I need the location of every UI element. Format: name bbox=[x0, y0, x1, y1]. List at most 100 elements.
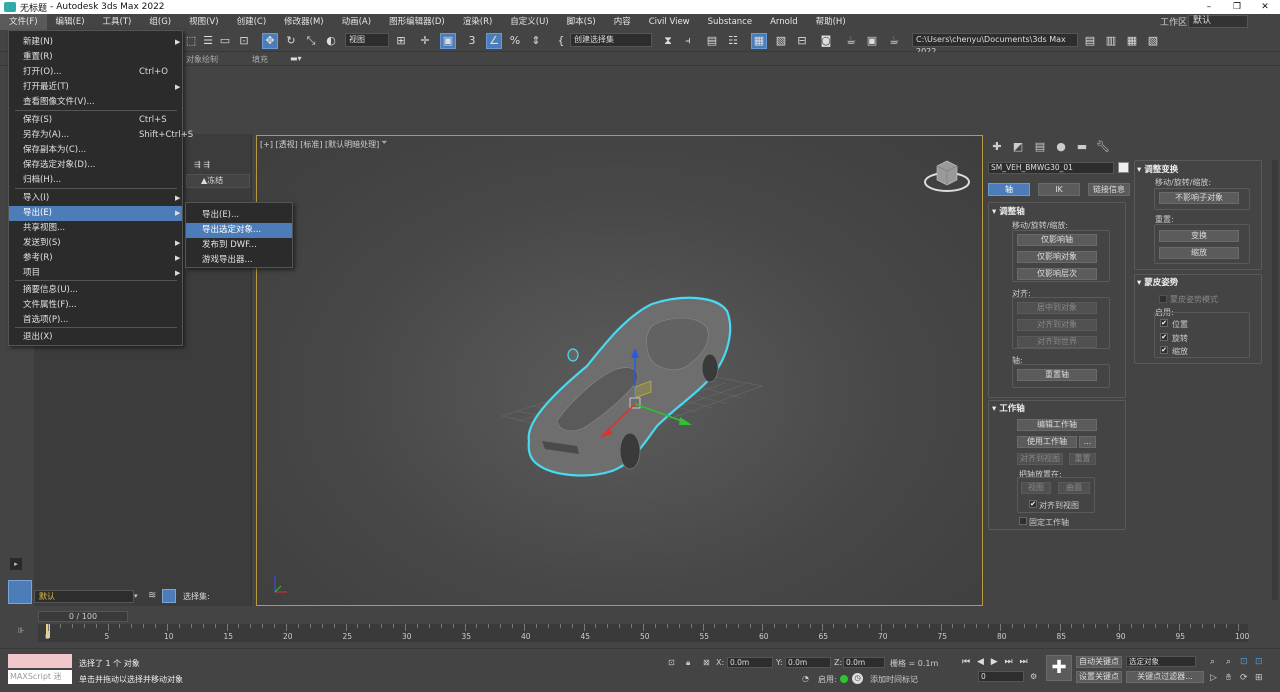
select-scale-icon[interactable]: ⤡ bbox=[303, 33, 319, 49]
select-by-name-icon[interactable]: ☰ bbox=[200, 33, 216, 49]
menu-modifiers[interactable]: 修改器(M) bbox=[275, 14, 332, 30]
key-filters-button[interactable]: 关键点过滤器... bbox=[1126, 671, 1204, 683]
enabled-indicator[interactable] bbox=[840, 675, 848, 683]
motion-tab-icon[interactable]: ● bbox=[1054, 140, 1068, 154]
track-bar-toggle-icon[interactable]: ⊪ bbox=[18, 626, 25, 635]
current-frame-field[interactable]: 0 bbox=[978, 671, 1024, 682]
maxscript-listener-top[interactable] bbox=[8, 654, 72, 668]
align-icon[interactable]: ⫞ bbox=[680, 33, 696, 49]
maximize-button[interactable]: ❐ bbox=[1223, 0, 1251, 14]
select-rotate-icon[interactable]: ↻ bbox=[283, 33, 299, 49]
menu-arnold[interactable]: Arnold bbox=[761, 14, 807, 30]
skin-pose-scale-checkbox[interactable]: ✔ bbox=[1160, 346, 1168, 354]
edit-working-pivot-button[interactable]: 编辑工作轴 bbox=[1017, 419, 1097, 431]
schematic-view-icon[interactable]: ⊟ bbox=[794, 33, 810, 49]
close-button[interactable]: ✕ bbox=[1251, 0, 1279, 14]
file-menu-item-new[interactable]: 新建(N) ▶ bbox=[9, 35, 182, 50]
create-tab-icon[interactable]: ✚ bbox=[990, 140, 1004, 154]
auto-key-button[interactable]: 自动关键点 bbox=[1076, 656, 1122, 668]
menu-create[interactable]: 创建(C) bbox=[228, 14, 276, 30]
selection-set-icon[interactable] bbox=[162, 589, 176, 603]
adjust-pivot-title[interactable]: ▾ 调整轴 bbox=[992, 205, 1025, 217]
time-tag-icon[interactable]: ◷ bbox=[852, 673, 863, 684]
file-menu-item-open-recent[interactable]: 打开最近(T) ▶ bbox=[9, 80, 182, 95]
key-mode-select[interactable]: 选定对象 bbox=[1126, 656, 1196, 667]
project-folder-icon[interactable]: ▥ bbox=[1103, 33, 1119, 49]
toggle-layer-explorer-icon[interactable]: ☷ bbox=[725, 33, 741, 49]
file-menu-item-export[interactable]: 导出(E) ▶ bbox=[9, 206, 182, 221]
file-menu-item-file-properties[interactable]: 文件属性(F)... bbox=[9, 298, 182, 313]
time-config-icon[interactable]: ⚙︎ bbox=[1030, 672, 1037, 681]
file-menu-item-project[interactable]: 项目 ▶ bbox=[9, 266, 182, 281]
mirror-icon[interactable]: ⧗ bbox=[660, 33, 676, 49]
menu-file[interactable]: 文件(F) bbox=[0, 14, 47, 30]
menu-graph-editors[interactable]: 图形编辑器(D) bbox=[380, 14, 454, 30]
object-name-field[interactable]: SM_VEH_BMWG30_01 bbox=[988, 162, 1114, 174]
hierarchy-tab-icon[interactable]: ▤ bbox=[1033, 140, 1047, 154]
lock-working-pivot-checkbox[interactable] bbox=[1019, 517, 1027, 525]
pivot-center-icon[interactable]: ⊞ bbox=[393, 33, 409, 49]
tab-link-info[interactable]: 链接信息 bbox=[1088, 183, 1130, 196]
adaptive-degradation-icon[interactable]: ◔ bbox=[802, 674, 809, 683]
viewport-layout-icon[interactable] bbox=[8, 580, 32, 604]
menu-help[interactable]: 帮助(H) bbox=[807, 14, 855, 30]
tab-pivot[interactable]: 轴 bbox=[988, 183, 1030, 196]
manipulate-icon[interactable]: ✛ bbox=[417, 33, 433, 49]
ribbon-options-icon[interactable]: ▬▾ bbox=[290, 54, 302, 63]
zoom-extents-all-icon[interactable]: ⊡ bbox=[1255, 657, 1263, 667]
rect-selection-icon[interactable]: ▭ bbox=[217, 33, 233, 49]
set-project-icon[interactable]: ▧ bbox=[1145, 33, 1161, 49]
new-project-icon[interactable]: ▦ bbox=[1124, 33, 1140, 49]
center-to-object-button[interactable]: 居中到对象 bbox=[1017, 302, 1097, 314]
maximize-viewport-icon[interactable]: ⊞ bbox=[1255, 673, 1263, 683]
minimize-button[interactable]: – bbox=[1195, 0, 1223, 14]
select-move-icon[interactable]: ✥ bbox=[262, 33, 278, 49]
submenu-export[interactable]: 导出(E)... bbox=[186, 208, 292, 223]
percent-snap-icon[interactable]: % bbox=[507, 33, 523, 49]
field-of-view-icon[interactable]: ▷ bbox=[1210, 673, 1217, 683]
lock-selection-icon[interactable]: 🔒︎ bbox=[686, 658, 690, 668]
menu-edit[interactable]: 编辑(E) bbox=[47, 14, 94, 30]
file-menu-item-send-to[interactable]: 发送到(S) ▶ bbox=[9, 236, 182, 251]
toggle-ribbon-icon[interactable]: ▦ bbox=[751, 33, 767, 49]
pan-icon[interactable]: ✋︎ bbox=[1226, 673, 1231, 683]
use-working-pivot-button[interactable]: 使用工作轴 bbox=[1017, 436, 1077, 448]
x-coordinate-field[interactable]: 0.0m bbox=[727, 657, 773, 668]
menu-rendering[interactable]: 渲染(R) bbox=[454, 14, 502, 30]
working-pivot-more-button[interactable]: ... bbox=[1079, 436, 1096, 448]
y-coordinate-field[interactable]: 0.0m bbox=[785, 657, 831, 668]
set-key-button[interactable]: 设置关键点 bbox=[1076, 671, 1122, 683]
zoom-all-icon[interactable]: ⌕ bbox=[1226, 657, 1231, 667]
edit-named-selection-icon[interactable]: { bbox=[553, 33, 569, 49]
affect-pivot-only-button[interactable]: 仅影响轴 bbox=[1017, 234, 1097, 246]
menu-animation[interactable]: 动画(A) bbox=[333, 14, 380, 30]
toggle-scene-explorer-icon[interactable]: ▤ bbox=[704, 33, 720, 49]
layer-select[interactable]: 默认 bbox=[34, 590, 134, 603]
utilities-tab-icon[interactable]: 🔧︎ bbox=[1096, 140, 1110, 154]
curve-editor-icon[interactable]: ▧ bbox=[773, 33, 789, 49]
render-setup-icon[interactable]: ☕ bbox=[843, 33, 859, 49]
maxscript-listener-input[interactable]: MAXScript 迷 bbox=[8, 670, 72, 684]
working-pivot-reset-button[interactable]: 重置 bbox=[1069, 453, 1096, 465]
skin-pose-mode-checkbox[interactable] bbox=[1159, 295, 1167, 303]
workspace-select[interactable]: 默认 bbox=[1188, 15, 1248, 28]
menu-content[interactable]: 内容 bbox=[605, 14, 640, 30]
align-to-view-button[interactable]: 对齐到视图 bbox=[1017, 453, 1063, 465]
file-menu-item-reference[interactable]: 参考(R) ▶ bbox=[9, 251, 182, 266]
layer-dropdown-icon[interactable]: ▾ bbox=[134, 590, 144, 603]
keyboard-shortcut-override-icon[interactable]: ▣ bbox=[440, 33, 456, 49]
menu-substance[interactable]: Substance bbox=[699, 14, 761, 30]
file-menu-item-share-view[interactable]: 共享视图... bbox=[9, 221, 182, 236]
reference-coord-select[interactable]: 视图 bbox=[345, 33, 389, 47]
expand-arrow-icon[interactable]: ▸ bbox=[10, 558, 22, 570]
skin-pose-rotation-checkbox[interactable]: ✔ bbox=[1160, 333, 1168, 341]
menu-scripting[interactable]: 脚本(S) bbox=[558, 14, 605, 30]
zoom-icon[interactable]: ⌕ bbox=[1210, 657, 1215, 667]
place-surface-button[interactable]: 曲面 bbox=[1058, 482, 1090, 494]
rendered-frame-window-icon[interactable]: ▣ bbox=[864, 33, 880, 49]
set-key-icon[interactable]: ✚ bbox=[1046, 655, 1072, 681]
menu-group[interactable]: 组(G) bbox=[140, 14, 180, 30]
skin-pose-title[interactable]: ▾ 蒙皮姿势 bbox=[1137, 276, 1178, 288]
file-menu-item-reset[interactable]: 重置(R) bbox=[9, 50, 182, 65]
file-menu-item-save[interactable]: 保存(S) Ctrl+S bbox=[9, 113, 182, 128]
